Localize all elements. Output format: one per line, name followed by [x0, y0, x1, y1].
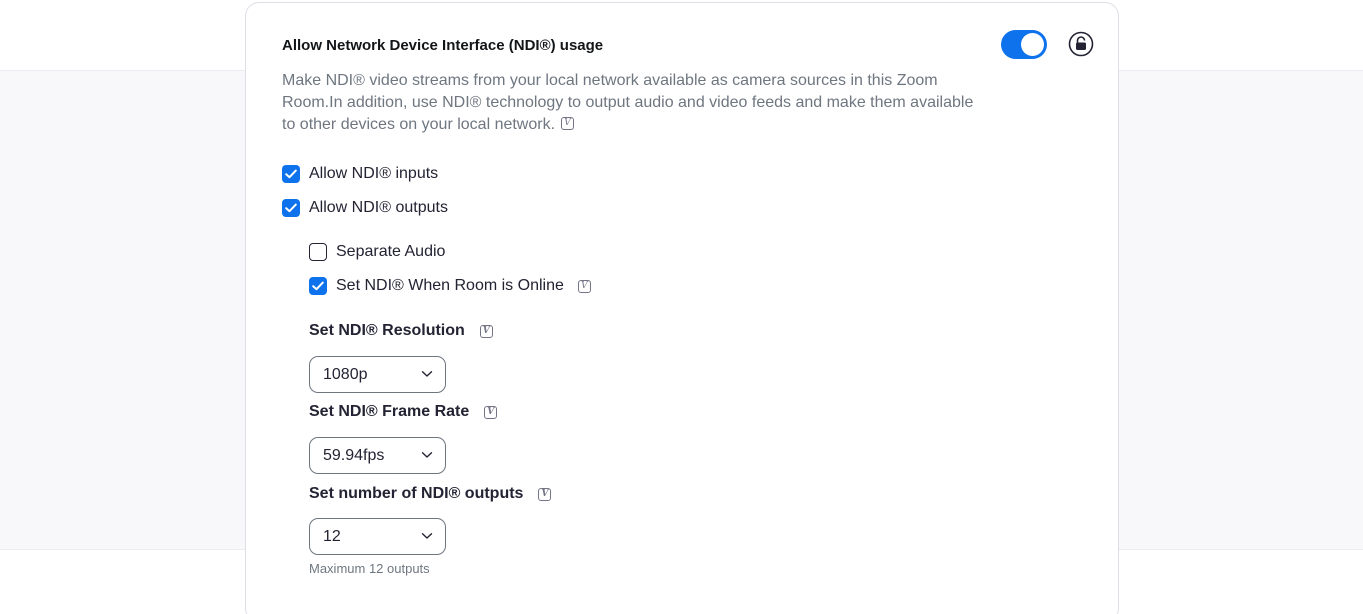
version-info-icon[interactable] — [561, 117, 575, 130]
frame-rate-label: Set NDI® Frame Rate — [309, 403, 498, 421]
checkbox-checked-icon — [282, 199, 300, 217]
allow-ndi-inputs-label: Allow NDI® inputs — [309, 165, 439, 182]
chevron-down-icon — [421, 452, 433, 458]
outputs-count-select[interactable]: 12 — [309, 518, 446, 555]
separate-audio-checkbox[interactable]: Separate Audio — [309, 243, 445, 261]
description-text: Make NDI® video streams from your local … — [282, 72, 974, 133]
ndi-usage-toggle[interactable] — [1001, 30, 1047, 59]
allow-ndi-inputs-checkbox[interactable]: Allow NDI® inputs — [282, 165, 438, 183]
outputs-helper-text: Maximum 12 outputs — [309, 561, 430, 576]
allow-ndi-outputs-label: Allow NDI® outputs — [309, 199, 448, 216]
outputs-count-label-text: Set number of NDI® outputs — [309, 485, 524, 502]
resolution-label-text: Set NDI® Resolution — [309, 322, 465, 339]
resolution-label: Set NDI® Resolution — [309, 322, 493, 340]
version-info-icon[interactable] — [538, 487, 552, 501]
resolution-select[interactable]: 1080p — [309, 356, 446, 393]
outputs-count-label: Set number of NDI® outputs — [309, 485, 552, 503]
checkbox-checked-icon — [282, 165, 300, 183]
chevron-down-icon — [421, 371, 433, 377]
frame-rate-select[interactable]: 59.94fps — [309, 437, 446, 474]
setting-title: Allow Network Device Interface (NDI®) us… — [282, 37, 604, 54]
chevron-down-icon — [421, 533, 433, 539]
lock-icon[interactable] — [1068, 31, 1094, 57]
version-info-icon[interactable] — [479, 324, 493, 338]
separate-audio-label: Separate Audio — [336, 243, 446, 260]
settings-page: Allow Network Device Interface (NDI®) us… — [0, 0, 1363, 614]
ndi-setting-card: Allow Network Device Interface (NDI®) us… — [245, 2, 1119, 614]
resolution-value: 1080p — [323, 365, 368, 383]
frame-rate-label-text: Set NDI® Frame Rate — [309, 403, 470, 420]
frame-rate-value: 59.94fps — [323, 446, 385, 464]
checkbox-unchecked-icon — [309, 243, 327, 261]
allow-ndi-outputs-checkbox[interactable]: Allow NDI® outputs — [282, 199, 448, 217]
toggle-knob — [1021, 33, 1044, 56]
setting-description: Make NDI® video streams from your local … — [282, 70, 982, 136]
checkbox-checked-icon — [309, 277, 327, 295]
version-info-icon[interactable] — [484, 405, 498, 419]
set-ndi-when-online-checkbox[interactable]: Set NDI® When Room is Online — [309, 277, 591, 295]
set-ndi-when-online-label: Set NDI® When Room is Online — [336, 277, 564, 294]
outputs-count-value: 12 — [323, 527, 341, 545]
version-info-icon[interactable] — [577, 279, 591, 293]
